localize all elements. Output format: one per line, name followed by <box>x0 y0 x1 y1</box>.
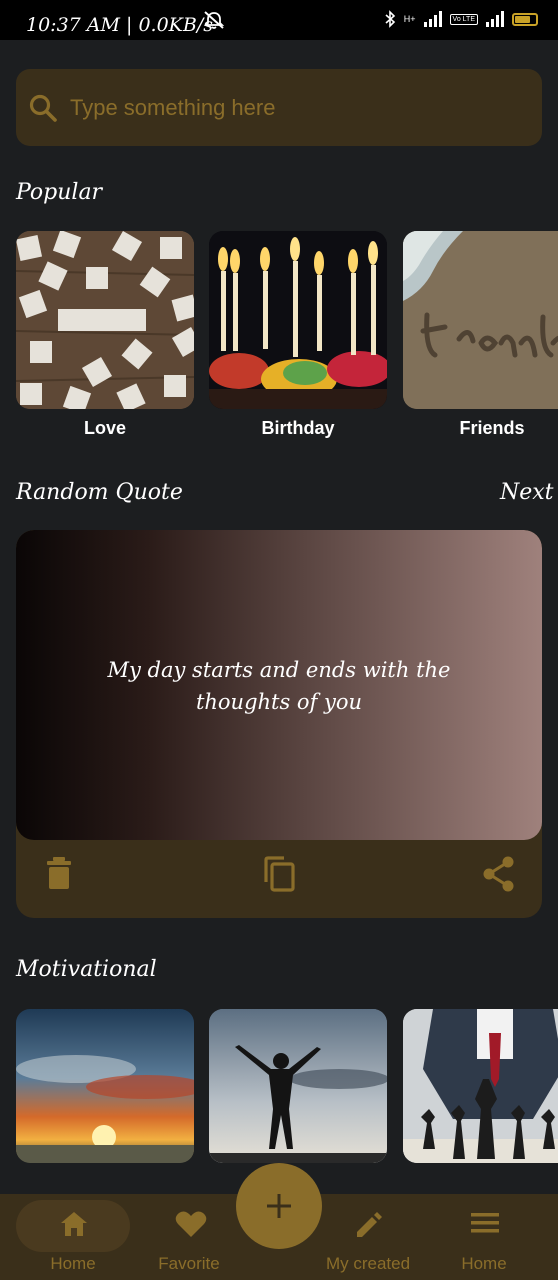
motivational-card-sunrise[interactable] <box>16 1009 194 1163</box>
copy-icon[interactable] <box>262 856 296 892</box>
bluetooth-icon <box>385 10 395 28</box>
battery-icon <box>512 12 538 26</box>
friends-image <box>403 231 558 409</box>
add-quote-button[interactable] <box>236 1163 322 1249</box>
birthday-image <box>209 231 387 409</box>
network-type-1: H+ <box>403 13 416 24</box>
nav-item-my-created[interactable]: My created <box>313 1194 423 1280</box>
nav-label-home: Home <box>50 1254 96 1273</box>
home-icon <box>61 1212 87 1236</box>
nav-label-menu: Home <box>461 1254 507 1273</box>
pencil-icon <box>357 1212 382 1237</box>
quote-card: My day starts and ends with the thoughts… <box>16 530 542 918</box>
share-icon[interactable] <box>482 856 516 892</box>
delete-icon[interactable] <box>44 856 74 890</box>
quote-background: My day starts and ends with the thoughts… <box>16 530 542 840</box>
search-bar[interactable] <box>16 69 542 146</box>
motivational-card-chess[interactable] <box>403 1009 558 1163</box>
signal-2-icon <box>486 11 504 27</box>
battery-level <box>515 15 531 23</box>
nav-label-my-created: My created <box>325 1254 411 1273</box>
search-input[interactable] <box>68 87 522 129</box>
popular-label-love: Love <box>83 418 126 438</box>
popular-title: Popular <box>16 180 103 205</box>
motivational-card-success[interactable] <box>209 1009 387 1163</box>
nav-item-favorite[interactable]: Favorite <box>134 1194 244 1280</box>
popular-label-birthday: Birthday <box>261 418 335 438</box>
volte-badge: Vo LTE <box>449 13 478 25</box>
search-icon <box>29 94 57 122</box>
signal-1-icon <box>423 11 442 27</box>
popular-card-friends[interactable] <box>403 231 558 409</box>
plus-icon <box>267 1194 291 1218</box>
next-quote-button[interactable]: Next <box>500 480 554 505</box>
quote-text: My day starts and ends with the thoughts… <box>107 658 451 714</box>
status-bar: 10:37 AM | 0.0KB/s H+ Vo LTE <box>0 0 558 40</box>
popular-label-friends: Friends <box>459 418 525 438</box>
popular-card-love[interactable] <box>16 231 194 409</box>
nav-label-favorite: Favorite <box>158 1254 220 1273</box>
popular-card-birthday[interactable] <box>209 231 387 409</box>
notifications-muted-icon <box>203 11 225 29</box>
random-quote-title: Random Quote <box>16 480 183 505</box>
status-icons: H+ Vo LTE <box>384 10 538 28</box>
sunrise-image <box>16 1009 194 1163</box>
menu-icon <box>471 1213 499 1233</box>
nav-item-home[interactable]: Home <box>18 1194 128 1280</box>
status-time: 10:37 AM | 0.0KB/s <box>26 14 213 36</box>
success-image <box>209 1009 387 1163</box>
heart-icon <box>175 1211 207 1237</box>
love-image <box>16 231 194 409</box>
chess-image <box>403 1009 558 1163</box>
nav-item-menu[interactable]: Home <box>429 1194 539 1280</box>
motivational-title: Motivational <box>16 957 157 982</box>
